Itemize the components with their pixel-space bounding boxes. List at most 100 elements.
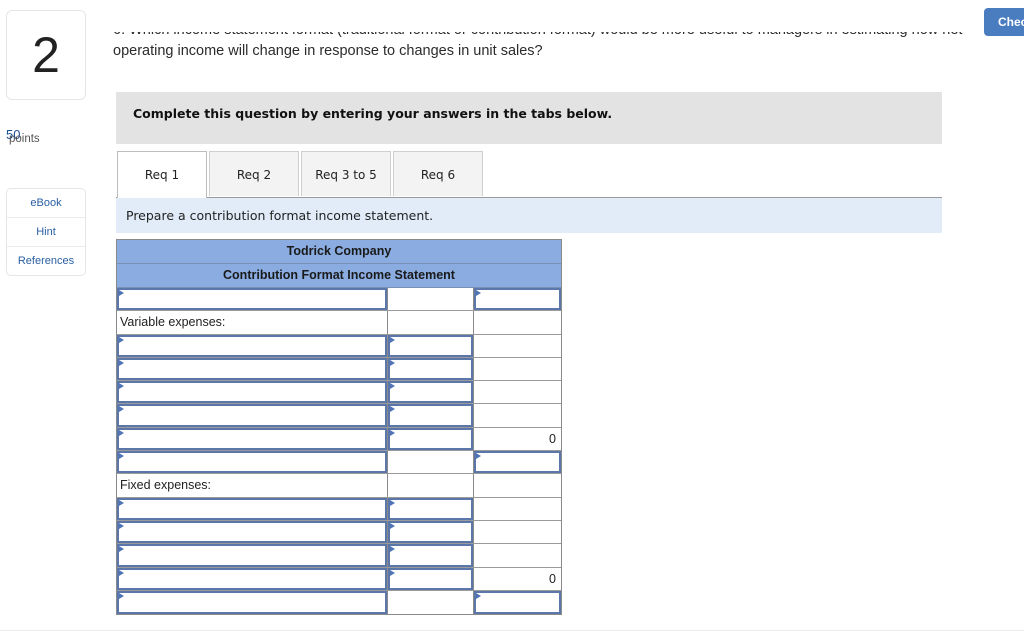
question-text-line-1: 6. Which income statement format (tradit… — [113, 32, 1024, 41]
amount-cell — [388, 590, 474, 615]
description-input[interactable] — [117, 357, 387, 381]
description-cell — [117, 451, 388, 474]
description-cell — [117, 590, 388, 615]
amount-cell — [388, 357, 474, 381]
total-cell — [474, 311, 561, 333]
total-cell — [474, 358, 561, 380]
description-input[interactable] — [117, 567, 387, 590]
amount-cell — [388, 381, 474, 404]
instruction-banner: Complete this question by entering your … — [116, 92, 942, 144]
references-link[interactable]: References — [7, 247, 85, 275]
amount-input[interactable] — [388, 520, 473, 544]
row-label: Fixed expenses: — [120, 478, 212, 493]
description-input[interactable] — [117, 451, 387, 474]
company-name: Todrick Company — [117, 240, 561, 264]
total-cell — [474, 521, 561, 543]
question-text: 6. Which income statement format (tradit… — [113, 32, 1024, 74]
amount-input[interactable] — [388, 544, 473, 567]
table-row: 0 — [117, 427, 561, 452]
amount-cell — [388, 544, 474, 567]
description-cell — [117, 288, 388, 311]
table-row: 0 — [117, 567, 561, 591]
amount-cell — [388, 567, 474, 590]
amount-cell — [388, 288, 474, 311]
requirement-tabs: Req 1 Req 2 Req 3 to 5 Req 6 — [117, 151, 485, 198]
total-cell — [474, 451, 561, 474]
total-cell — [474, 498, 561, 520]
total-input[interactable] — [474, 288, 561, 311]
description-input[interactable] — [117, 288, 387, 311]
amount-input[interactable] — [388, 334, 473, 357]
resource-links: eBook Hint References — [6, 188, 86, 276]
question-number: 2 — [6, 10, 86, 100]
table-row — [117, 544, 561, 568]
description-input[interactable] — [117, 334, 387, 357]
description-input[interactable] — [117, 590, 387, 615]
total-input[interactable] — [474, 590, 561, 615]
total-cell: 0 — [474, 428, 561, 450]
description-cell — [117, 404, 388, 427]
amount-cell — [388, 311, 474, 334]
total-cell — [474, 544, 561, 566]
question-text-line-2: operating income will change in response… — [113, 43, 543, 59]
table-row: Variable expenses: — [117, 311, 561, 335]
statement-rows: Variable expenses: 0 Fixed expenses: 0 — [117, 288, 561, 615]
total-cell — [474, 335, 561, 357]
table-row — [117, 404, 561, 428]
total-cell — [474, 381, 561, 403]
amount-cell — [388, 334, 474, 357]
row-label: Variable expenses: — [120, 315, 226, 330]
amount-cell — [388, 451, 474, 474]
total-cell — [474, 404, 561, 426]
tab-req-1[interactable]: Req 1 — [117, 151, 207, 198]
amount-input[interactable] — [388, 357, 473, 381]
points-block: 50 points — [6, 127, 40, 145]
description-cell — [117, 334, 388, 357]
description-input[interactable] — [117, 427, 387, 451]
total-cell — [474, 474, 561, 496]
table-row — [117, 381, 561, 405]
table-row — [117, 497, 561, 521]
amount-input[interactable] — [388, 427, 473, 451]
amount-input[interactable] — [388, 404, 473, 427]
amount-cell — [388, 520, 474, 544]
points-label: points — [9, 133, 40, 145]
computed-total: 0 — [549, 431, 556, 446]
amount-input[interactable] — [388, 497, 473, 520]
total-cell — [474, 590, 561, 615]
table-row — [117, 590, 561, 615]
description-cell — [117, 567, 388, 590]
description-input[interactable] — [117, 544, 387, 567]
description-cell: Variable expenses: — [117, 311, 388, 334]
tab-req-3-to-5[interactable]: Req 3 to 5 — [301, 151, 391, 196]
table-row — [117, 451, 561, 475]
tab-req-6[interactable]: Req 6 — [393, 151, 483, 196]
amount-cell — [388, 404, 474, 427]
tab-req-2[interactable]: Req 2 — [209, 151, 299, 196]
table-row — [117, 357, 561, 382]
table-row — [117, 520, 561, 545]
page-divider — [0, 630, 1024, 631]
total-cell: 0 — [474, 568, 561, 590]
amount-input[interactable] — [388, 381, 473, 404]
description-cell: Fixed expenses: — [117, 474, 388, 497]
instruction-text: Complete this question by entering your … — [133, 106, 613, 121]
income-statement-table: Todrick Company Contribution Format Inco… — [116, 239, 562, 616]
total-input[interactable] — [474, 451, 561, 474]
description-input[interactable] — [117, 520, 387, 544]
statement-title: Contribution Format Income Statement — [117, 264, 561, 288]
hint-link[interactable]: Hint — [7, 218, 85, 247]
description-cell — [117, 427, 388, 451]
table-row: Fixed expenses: — [117, 474, 561, 498]
description-input[interactable] — [117, 381, 387, 404]
ebook-link[interactable]: eBook — [7, 189, 85, 218]
table-row — [117, 288, 561, 312]
description-cell — [117, 357, 388, 381]
amount-cell — [388, 474, 474, 497]
requirement-prompt: Prepare a contribution format income sta… — [116, 198, 942, 233]
amount-input[interactable] — [388, 567, 473, 590]
description-input[interactable] — [117, 404, 387, 427]
amount-cell — [388, 427, 474, 451]
amount-cell — [388, 497, 474, 520]
description-input[interactable] — [117, 497, 387, 520]
